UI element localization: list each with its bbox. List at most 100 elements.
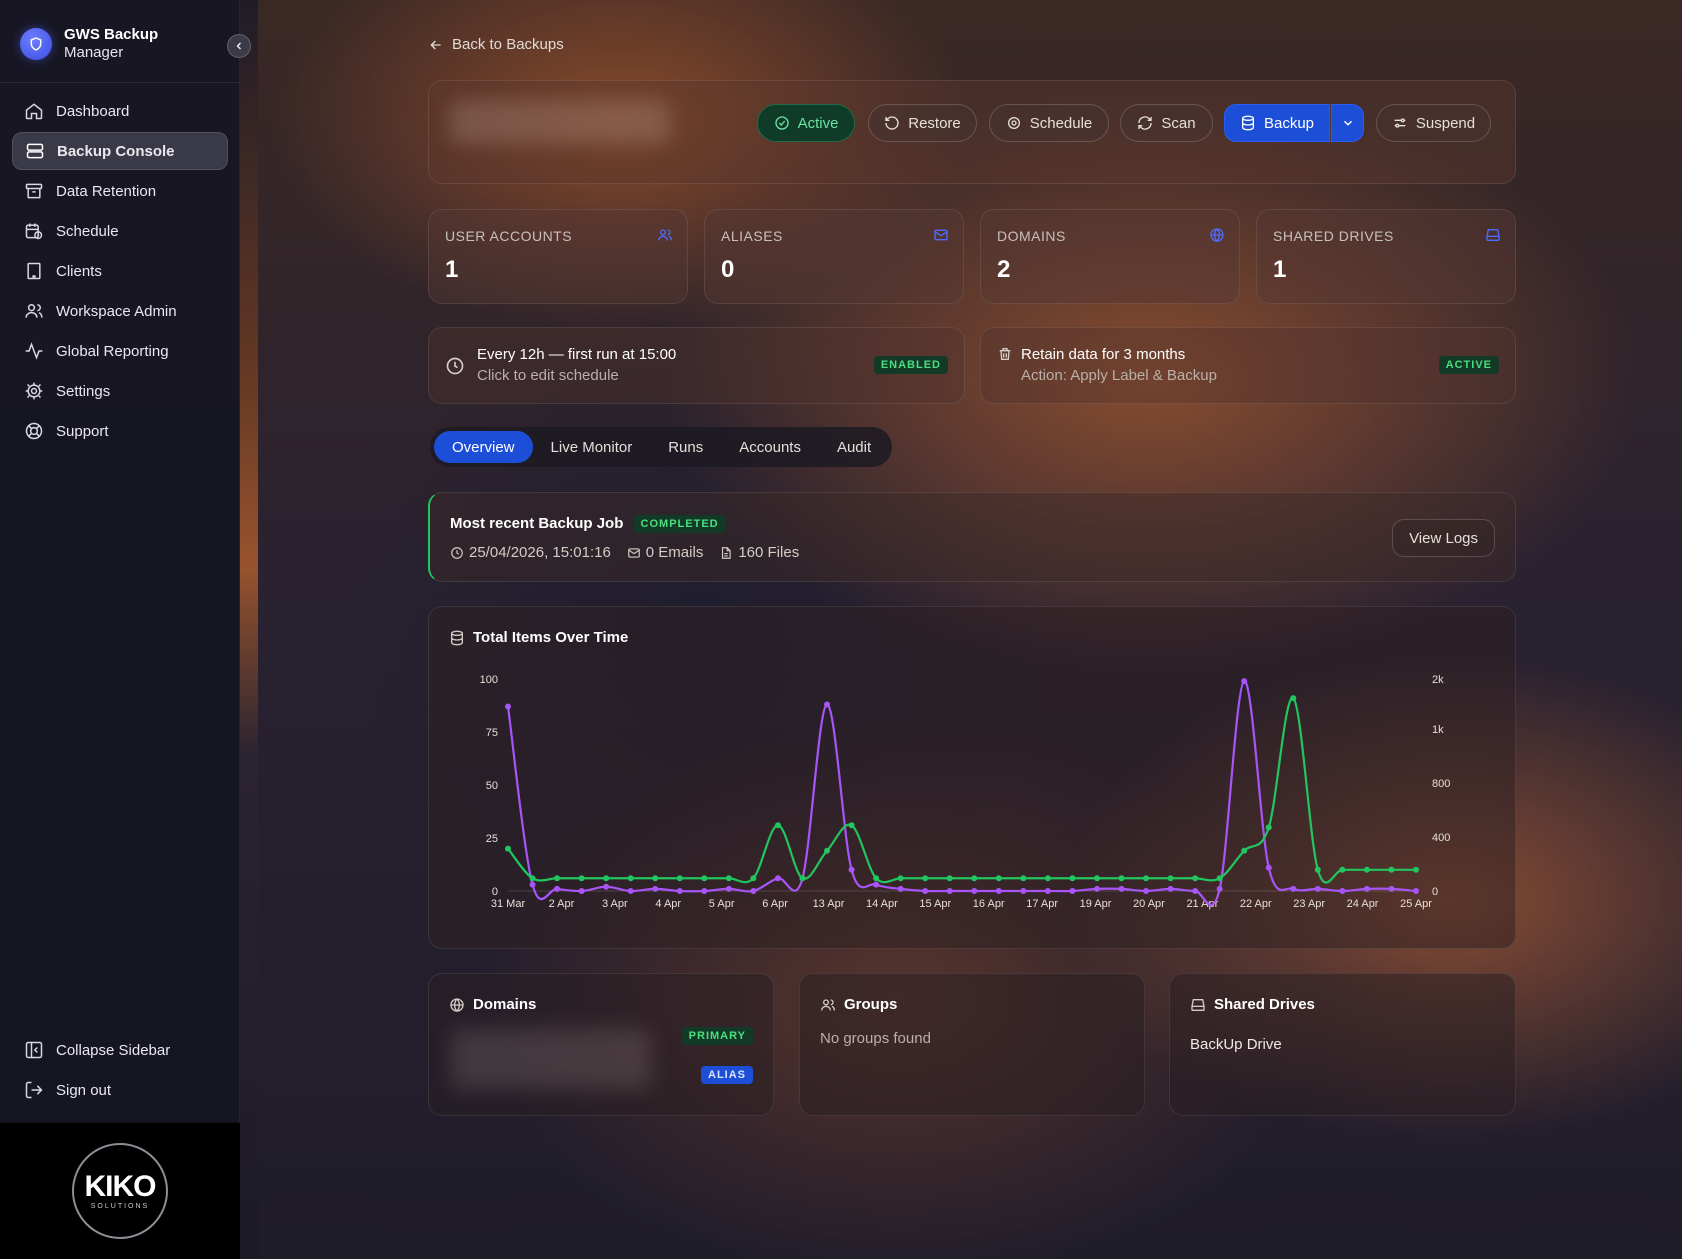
x-tick-label: 24 Apr (1347, 898, 1379, 910)
backup-dropdown-button[interactable] (1331, 104, 1364, 142)
series-point-1 (1216, 875, 1223, 882)
shared-drive-item[interactable]: BackUp Drive (1190, 1036, 1282, 1053)
y-left-tick-label: 0 (492, 886, 498, 898)
sidebar-item-clients[interactable]: Clients (12, 252, 228, 290)
y-left-tick-label: 50 (486, 780, 498, 792)
x-tick-label: 22 Apr (1240, 898, 1272, 910)
sidebar-item-backup-console[interactable]: Backup Console (12, 132, 228, 170)
sliders-icon (1394, 118, 1406, 128)
x-tick-label: 5 Apr (709, 898, 735, 910)
tab-runs[interactable]: Runs (650, 431, 721, 463)
x-tick-label: 13 Apr (813, 898, 845, 910)
arrow-left-icon (430, 40, 441, 49)
series-point-1 (873, 875, 880, 882)
series-point-0 (505, 703, 511, 710)
x-tick-label: 3 Apr (602, 898, 628, 910)
clock-icon (446, 357, 464, 375)
calendar-clock-icon (25, 223, 43, 240)
back-link-label: Back to Backups (452, 36, 564, 53)
x-tick-label: 31 Mar (491, 898, 526, 910)
groups-card-title: Groups (820, 996, 897, 1013)
sidebar-item-settings[interactable]: Settings (12, 372, 228, 410)
mail-icon (627, 547, 640, 558)
series-point-1 (578, 875, 585, 882)
schedule-button[interactable]: Schedule (989, 104, 1109, 142)
x-tick-label: 15 Apr (919, 898, 951, 910)
alias-badge: ALIAS (701, 1066, 753, 1084)
restore-button[interactable]: Restore (868, 104, 977, 142)
series-point-1 (1118, 875, 1125, 882)
tab-live-monitor[interactable]: Live Monitor (533, 431, 651, 463)
suspend-label: Suspend (1415, 114, 1476, 132)
schedule-subtitle: Click to edit schedule (477, 367, 619, 384)
brand: GWS Backup Manager (20, 26, 158, 62)
sidebar-item-global-reporting[interactable]: Global Reporting (12, 332, 228, 370)
series-line-1 (507, 696, 1416, 884)
series-point-1 (1093, 875, 1100, 882)
series-point-0 (554, 885, 561, 892)
series-point-0 (873, 881, 880, 888)
active-status-button[interactable]: Active (757, 104, 855, 142)
tab-audit[interactable]: Audit (819, 431, 889, 463)
sidebar-item-label: Workspace Admin (56, 302, 177, 320)
scan-button[interactable]: Scan (1120, 104, 1213, 142)
x-tick-label: 19 Apr (1080, 898, 1112, 910)
series-point-1 (848, 822, 855, 829)
server-icon (26, 143, 44, 159)
stat-label: USER ACCOUNTS (445, 228, 573, 244)
series-point-0 (1339, 888, 1346, 894)
sidebar-item-support[interactable]: Support (12, 412, 228, 450)
home-icon (25, 103, 43, 120)
series-point-0 (1265, 864, 1272, 871)
series-point-0 (1093, 885, 1100, 892)
series-point-1 (1020, 875, 1027, 882)
stat-card-aliases: ALIASES 0 (704, 209, 964, 304)
series-point-0 (995, 888, 1002, 894)
sidebar-item-label: Support (56, 422, 109, 440)
back-link[interactable]: Back to Backups (428, 36, 564, 53)
sign-out-icon (25, 1081, 43, 1099)
tab-overview[interactable]: Overview (434, 431, 533, 463)
series-point-1 (1413, 866, 1419, 873)
tab-accounts[interactable]: Accounts (721, 431, 819, 463)
tab-bar: Overview Live Monitor Runs Accounts Audi… (430, 427, 892, 467)
sidebar-item-data-retention[interactable]: Data Retention (12, 172, 228, 210)
suspend-button[interactable]: Suspend (1376, 104, 1491, 142)
backup-button[interactable]: Backup (1224, 104, 1330, 142)
schedule-info-card[interactable]: Every 12h — first run at 15:00 Click to … (428, 327, 965, 404)
collapse-sidebar-button[interactable]: Collapse Sidebar (12, 1031, 228, 1069)
sign-out-button[interactable]: Sign out (12, 1071, 228, 1109)
sidebar-item-dashboard[interactable]: Dashboard (12, 92, 228, 130)
sidebar-item-schedule[interactable]: Schedule (12, 212, 228, 250)
clock-icon (451, 546, 463, 559)
schedule-status-badge: ENABLED (873, 356, 948, 374)
x-tick-label: 23 Apr (1293, 898, 1325, 910)
series-point-0 (1290, 885, 1297, 892)
groups-title-text: Groups (844, 996, 898, 1013)
schedule-title: Every 12h — first run at 15:00 (477, 346, 677, 363)
series-point-1 (946, 875, 953, 882)
trash-icon (999, 348, 1011, 360)
database-icon (1241, 115, 1254, 131)
groups-empty-text: No groups found (820, 1030, 931, 1047)
users-icon (658, 229, 672, 241)
shared-drives-card-title: Shared Drives (1190, 996, 1315, 1013)
chevron-down-icon (1343, 120, 1352, 126)
series-point-0 (603, 883, 610, 890)
y-right-tick-label: 0 (1432, 886, 1438, 898)
series-point-0 (946, 888, 953, 894)
sidebar-item-workspace-admin[interactable]: Workspace Admin (12, 292, 228, 330)
panel-collapse-icon (25, 1041, 43, 1059)
series-point-1 (750, 875, 757, 882)
kiko-logo-name: KIKO (84, 1169, 157, 1203)
series-point-1 (1339, 866, 1346, 873)
sidebar-toggle-button[interactable] (227, 34, 251, 58)
view-logs-button[interactable]: View Logs (1392, 519, 1495, 557)
y-right-tick-label: 1k (1432, 724, 1444, 736)
series-point-0 (1216, 885, 1223, 892)
drive-icon (1191, 998, 1205, 1011)
series-point-0 (824, 701, 831, 708)
retention-info-card[interactable]: Retain data for 3 months Action: Apply L… (980, 327, 1516, 404)
series-point-1 (529, 875, 536, 882)
refresh-icon (1138, 116, 1153, 130)
